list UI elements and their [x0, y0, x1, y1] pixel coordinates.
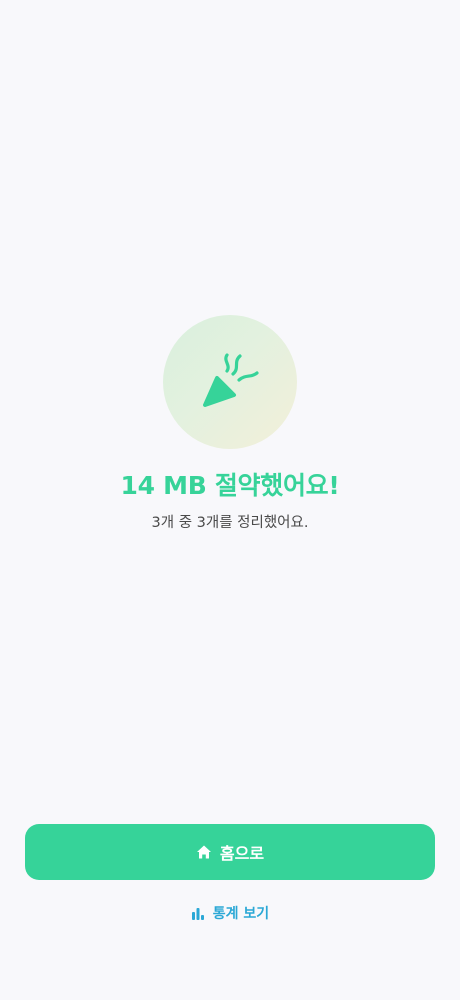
view-stats-link[interactable]: 통계 보기 — [0, 900, 460, 926]
bar-chart-icon — [191, 906, 205, 920]
party-popper-icon — [203, 353, 259, 407]
savings-title: 14 MB 절약했어요! — [120, 471, 340, 500]
view-stats-label: 통계 보기 — [212, 906, 270, 922]
cleanup-summary: 3개 중 3개를 정리했어요. — [151, 515, 309, 531]
home-button[interactable]: 홈으로 — [25, 824, 435, 880]
home-icon — [196, 844, 212, 860]
home-button-label: 홈으로 — [219, 844, 265, 863]
success-illustration — [163, 315, 297, 449]
